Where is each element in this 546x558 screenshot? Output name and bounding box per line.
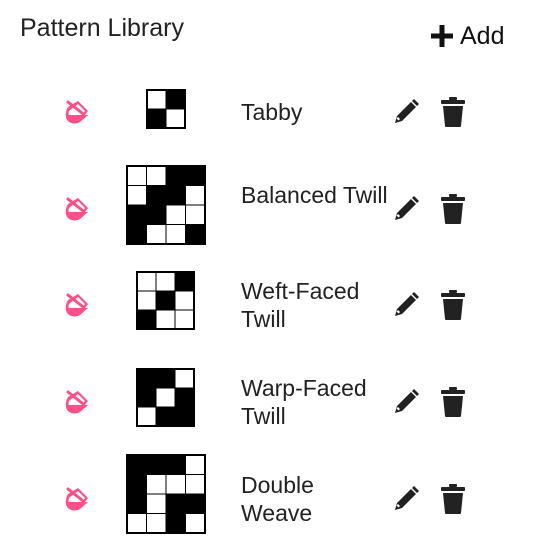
- pattern-cell: [126, 513, 147, 534]
- pattern-cell: [146, 165, 167, 186]
- paint-bucket-icon[interactable]: [60, 192, 94, 226]
- pattern-cell: [185, 474, 206, 495]
- pattern-cell: [126, 474, 147, 495]
- pattern-cell: [155, 309, 176, 330]
- trash-icon[interactable]: [440, 386, 470, 418]
- pattern-cell: [174, 387, 195, 408]
- pattern-cell: [146, 108, 167, 129]
- add-button[interactable]: Add: [430, 20, 504, 52]
- pattern-cell: [165, 108, 186, 129]
- paint-bucket-icon[interactable]: [60, 385, 94, 419]
- pattern-cell: [146, 204, 167, 225]
- pattern-cell: [165, 224, 186, 245]
- pattern-cell: [136, 309, 157, 330]
- pattern-cell: [126, 204, 147, 225]
- pattern-row: Tabby: [0, 64, 546, 160]
- pattern-cell: [165, 165, 186, 186]
- pattern-cell: [136, 290, 157, 311]
- pattern-thumbnail: [136, 368, 195, 427]
- page-title: Pattern Library: [20, 14, 184, 42]
- pattern-row: Weft-Faced Twill: [0, 257, 546, 353]
- pattern-cell: [146, 224, 167, 245]
- pattern-thumbnail: [136, 271, 195, 330]
- header: Pattern Library Add: [0, 0, 546, 64]
- trash-icon[interactable]: [440, 289, 470, 321]
- pattern-cell: [126, 454, 147, 475]
- pencil-icon[interactable]: [391, 290, 421, 322]
- pattern-cell: [165, 493, 186, 514]
- pattern-cell: [174, 290, 195, 311]
- pattern-cell: [146, 89, 167, 110]
- pencil-icon[interactable]: [391, 194, 421, 226]
- pattern-cell: [165, 185, 186, 206]
- pattern-cell: [165, 513, 186, 534]
- pattern-cell: [136, 271, 157, 292]
- pattern-row: Double Weave: [0, 451, 546, 547]
- pattern-cell: [136, 387, 157, 408]
- pattern-name: Tabby: [241, 99, 303, 125]
- pattern-cell: [185, 165, 206, 186]
- pattern-cell: [146, 454, 167, 475]
- pattern-name: Double Weave: [241, 472, 314, 526]
- pattern-cell: [146, 474, 167, 495]
- pattern-cell: [165, 454, 186, 475]
- pattern-cell: [185, 454, 206, 475]
- pattern-thumbnail: [126, 454, 206, 534]
- pattern-row: Warp-Faced Twill: [0, 354, 546, 450]
- pattern-cell: [174, 406, 195, 427]
- pencil-icon[interactable]: [391, 387, 421, 419]
- pattern-cell: [136, 406, 157, 427]
- pattern-cell: [126, 165, 147, 186]
- paint-bucket-icon[interactable]: [60, 95, 94, 129]
- pencil-icon[interactable]: [391, 484, 421, 516]
- pattern-thumbnail: [126, 165, 206, 245]
- pattern-cell: [165, 204, 186, 225]
- pattern-cell: [165, 89, 186, 110]
- pattern-row: Balanced Twill: [0, 161, 546, 257]
- pattern-cell: [185, 224, 206, 245]
- pattern-name: Warp-Faced Twill: [241, 375, 367, 429]
- pattern-cell: [126, 493, 147, 514]
- trash-icon[interactable]: [440, 483, 470, 515]
- pattern-cell: [165, 474, 186, 495]
- pattern-cell: [126, 185, 147, 206]
- paint-bucket-icon[interactable]: [60, 482, 94, 516]
- paint-bucket-icon[interactable]: [60, 288, 94, 322]
- pattern-cell: [155, 387, 176, 408]
- pattern-cell: [155, 290, 176, 311]
- pattern-name: Balanced Twill: [241, 182, 388, 208]
- pattern-cell: [174, 309, 195, 330]
- trash-icon[interactable]: [440, 96, 470, 128]
- pattern-cell: [146, 513, 167, 534]
- trash-icon[interactable]: [440, 193, 470, 225]
- pattern-cell: [185, 204, 206, 225]
- pattern-cell: [146, 493, 167, 514]
- pattern-cell: [185, 185, 206, 206]
- pattern-cell: [174, 271, 195, 292]
- pattern-cell: [185, 493, 206, 514]
- pattern-cell: [185, 513, 206, 534]
- pattern-cell: [155, 368, 176, 389]
- add-button-label: Add: [460, 21, 505, 50]
- pattern-cell: [126, 224, 147, 245]
- plus-icon: [430, 24, 454, 48]
- pattern-cell: [174, 368, 195, 389]
- pencil-icon[interactable]: [391, 97, 421, 129]
- pattern-cell: [146, 185, 167, 206]
- pattern-cell: [136, 368, 157, 389]
- pattern-thumbnail: [146, 89, 186, 129]
- pattern-cell: [155, 406, 176, 427]
- pattern-name: Weft-Faced Twill: [241, 278, 360, 332]
- pattern-cell: [155, 271, 176, 292]
